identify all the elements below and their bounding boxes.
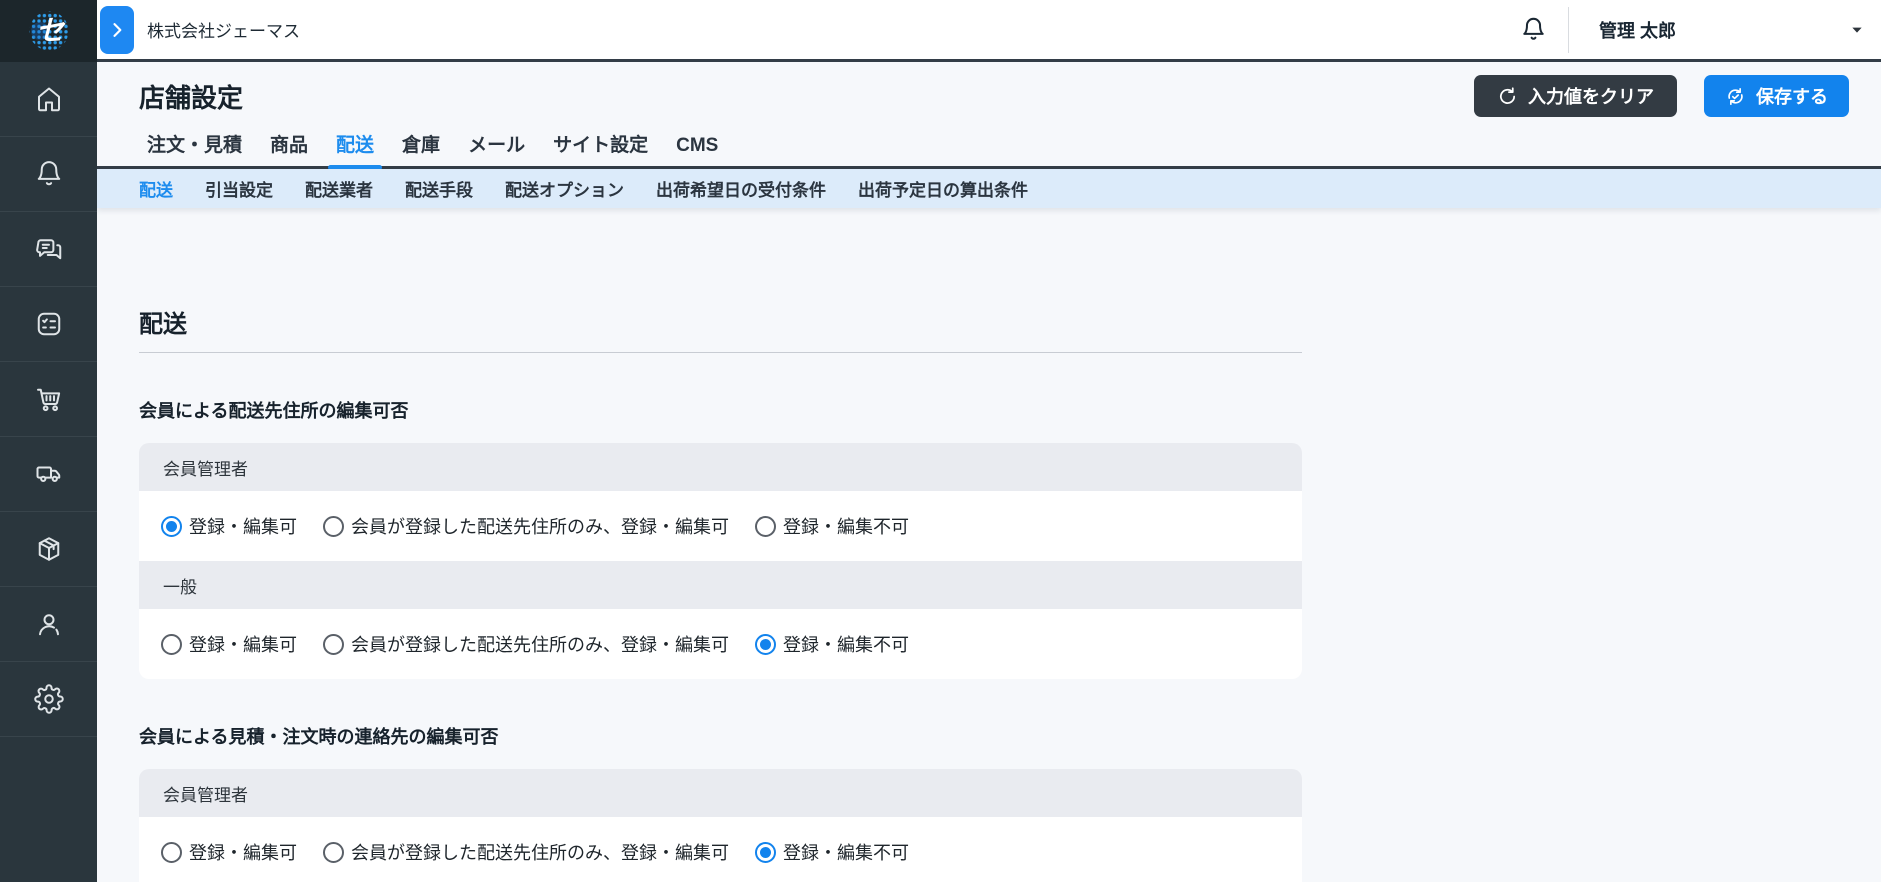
- radio-option[interactable]: 登録・編集可: [161, 839, 297, 865]
- radio-button[interactable]: [755, 634, 776, 655]
- subtab-item[interactable]: 出荷予定日の算出条件: [858, 176, 1028, 201]
- sidebar-item-chat[interactable]: [0, 212, 97, 287]
- radio-option[interactable]: 登録・編集可: [161, 513, 297, 539]
- page-title: 店舗設定: [139, 78, 243, 115]
- radio-option[interactable]: 登録・編集可: [161, 631, 297, 657]
- radio-option-label: 登録・編集不可: [783, 631, 909, 657]
- chevron-down-icon: [1849, 22, 1865, 38]
- tabs: 注文・見積商品配送倉庫メールサイト設定 CMS: [97, 130, 1881, 169]
- radio-option-label: 会員が登録した配送先住所のみ、登録・編集可: [351, 839, 729, 865]
- radio-option-label: 登録・編集不可: [783, 513, 909, 539]
- radio-button[interactable]: [323, 516, 344, 537]
- cart-icon: [34, 384, 64, 414]
- radio-option[interactable]: 登録・編集不可: [755, 513, 909, 539]
- radio-button[interactable]: [323, 842, 344, 863]
- gear-icon: [34, 684, 64, 714]
- bell-icon: [1520, 16, 1547, 43]
- subtab-item[interactable]: 配送オプション: [505, 176, 624, 201]
- subtab-item[interactable]: 配送手段: [405, 176, 473, 201]
- sidebar-nav: [0, 62, 97, 737]
- radio-row: 登録・編集可 会員が登録した配送先住所のみ、登録・編集可 登録・編集不可: [139, 817, 1302, 882]
- main: 店舗設定 入力値をクリア 保存する 注文・見積商品配送: [97, 0, 1881, 882]
- person-icon: [34, 609, 64, 639]
- radio-option[interactable]: 会員が登録した配送先住所のみ、登録・編集可: [323, 631, 729, 657]
- sidebar-item-products[interactable]: [0, 512, 97, 587]
- sync-check-icon: [1725, 86, 1746, 107]
- clear-inputs-label: 入力値をクリア: [1528, 83, 1654, 109]
- user-menu[interactable]: 管理 太郎: [1569, 0, 1881, 59]
- chevron-right-icon: [107, 20, 127, 40]
- chat-icon: [34, 234, 64, 264]
- radio-option[interactable]: 会員が登録した配送先住所のみ、登録・編集可: [323, 513, 729, 539]
- title-row: 店舗設定 入力値をクリア 保存する: [97, 62, 1881, 130]
- radio-button[interactable]: [323, 634, 344, 655]
- radio-group: 会員管理者登録・編集可会員が登録した配送先住所のみ、登録・編集可登録・編集不可一…: [139, 769, 1302, 882]
- sidebar-item-cart[interactable]: [0, 362, 97, 437]
- radio-row: 登録・編集可 会員が登録した配送先住所のみ、登録・編集可 登録・編集不可: [139, 491, 1302, 561]
- home-icon: [34, 84, 64, 114]
- radio-option-label: 登録・編集不可: [783, 839, 909, 865]
- clear-inputs-button[interactable]: 入力値をクリア: [1474, 75, 1677, 117]
- sidebar: セ: [0, 0, 97, 882]
- notification-bell-button[interactable]: [1518, 15, 1548, 45]
- radio-option-label: 会員が登録した配送先住所のみ、登録・編集可: [351, 631, 729, 657]
- subtab-item[interactable]: 引当設定: [205, 176, 273, 201]
- tab-item[interactable]: メール: [468, 130, 525, 166]
- sidebar-expand-button[interactable]: [100, 6, 134, 54]
- svg-text:セ: セ: [35, 15, 65, 46]
- row-header: 会員管理者: [139, 443, 1302, 491]
- row-header: 会員管理者: [139, 769, 1302, 817]
- refresh-icon: [1497, 86, 1518, 107]
- radio-button[interactable]: [161, 842, 182, 863]
- checklist-icon: [34, 309, 64, 339]
- subtabs: 配送 引当設定 配送業者 配送手段 配送オプション 出荷希望日の受付条件 出荷予定日の算出条…: [97, 169, 1881, 208]
- row-header: 一般: [139, 561, 1302, 609]
- section-title: 配送: [139, 304, 1881, 339]
- radio-button[interactable]: [755, 516, 776, 537]
- tab-item[interactable]: 商品: [270, 130, 308, 166]
- radio-button[interactable]: [161, 634, 182, 655]
- save-button[interactable]: 保存する: [1704, 75, 1849, 117]
- settings-content: 配送 会員による配送先住所の編集可否会員管理者登録・編集可会員が登録した配送先住…: [97, 304, 1881, 882]
- radio-group: 会員管理者登録・編集可会員が登録した配送先住所のみ、登録・編集可登録・編集不可一…: [139, 443, 1302, 679]
- fields: 会員による配送先住所の編集可否会員管理者登録・編集可会員が登録した配送先住所のみ…: [139, 397, 1881, 882]
- field-label: 会員による見積・注文時の連絡先の編集可否: [139, 723, 1881, 749]
- radio-button[interactable]: [161, 516, 182, 537]
- tab-item[interactable]: サイト設定: [553, 130, 648, 166]
- radio-option-label: 登録・編集可: [189, 513, 297, 539]
- field-label: 会員による配送先住所の編集可否: [139, 397, 1881, 423]
- topbar: 株式会社ジェーマス 管理 太郎: [97, 0, 1881, 62]
- package-icon: [34, 534, 64, 564]
- radio-option[interactable]: 登録・編集不可: [755, 839, 909, 865]
- radio-option[interactable]: 会員が登録した配送先住所のみ、登録・編集可: [323, 839, 729, 865]
- sidebar-item-shipping[interactable]: [0, 437, 97, 512]
- page-actions: 入力値をクリア 保存する: [1474, 75, 1849, 117]
- radio-row: 登録・編集可 会員が登録した配送先住所のみ、登録・編集可 登録・編集不可: [139, 609, 1302, 679]
- radio-option-label: 会員が登録した配送先住所のみ、登録・編集可: [351, 513, 729, 539]
- tab-item[interactable]: 注文・見積: [147, 130, 242, 166]
- logo-icon: セ: [26, 8, 72, 54]
- sidebar-item-notifications[interactable]: [0, 137, 97, 212]
- bell-icon: [34, 159, 64, 189]
- tab-item[interactable]: CMS: [676, 135, 718, 166]
- user-name: 管理 太郎: [1599, 17, 1676, 43]
- section-divider: [139, 352, 1302, 353]
- app-logo[interactable]: セ: [0, 0, 97, 62]
- radio-option-label: 登録・編集可: [189, 631, 297, 657]
- subtab-item[interactable]: 出荷希望日の受付条件: [656, 176, 826, 201]
- sidebar-item-members[interactable]: [0, 587, 97, 662]
- tab-item[interactable]: 配送: [336, 130, 374, 166]
- radio-button[interactable]: [755, 842, 776, 863]
- radio-option[interactable]: 登録・編集不可: [755, 631, 909, 657]
- sidebar-item-home[interactable]: [0, 62, 97, 137]
- tab-item[interactable]: 倉庫: [402, 130, 440, 166]
- subtab-item[interactable]: 配送: [139, 176, 173, 201]
- subtab-item[interactable]: 配送業者: [305, 176, 373, 201]
- sidebar-item-settings[interactable]: [0, 662, 97, 737]
- truck-icon: [34, 459, 64, 489]
- company-name: 株式会社ジェーマス: [147, 17, 300, 42]
- sidebar-item-order-list[interactable]: [0, 287, 97, 362]
- save-label: 保存する: [1756, 83, 1828, 109]
- radio-option-label: 登録・編集可: [189, 839, 297, 865]
